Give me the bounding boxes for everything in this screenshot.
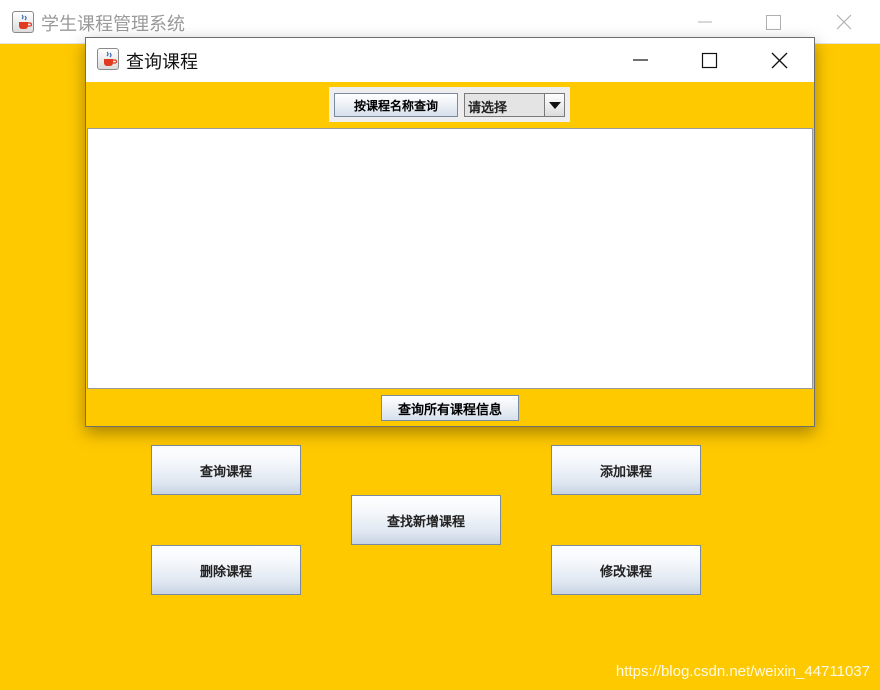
watermark-text: https://blog.csdn.net/weixin_44711037	[615, 663, 870, 680]
query-all-courses-button[interactable]: 查询所有课程信息	[381, 395, 519, 421]
dialog-minimize-icon[interactable]	[617, 45, 663, 75]
main-window-title: 学生课程管理系统	[41, 14, 185, 35]
dialog-maximize-icon[interactable]	[686, 45, 732, 75]
main-minimize-icon[interactable]	[682, 7, 728, 37]
dialog-title: 查询课程	[126, 52, 198, 73]
course-select[interactable]: 请选择	[464, 93, 565, 117]
query-course-button[interactable]: 查询课程	[151, 445, 301, 495]
java-cup-icon	[12, 11, 34, 33]
main-maximize-icon[interactable]	[750, 7, 796, 37]
query-course-dialog: 查询课程 按课程名称查询 请选择 查询所有课程信息	[85, 37, 815, 427]
dialog-titlebar: 查询课程	[86, 38, 814, 82]
add-course-button[interactable]: 添加课程	[551, 445, 701, 495]
main-close-icon[interactable]	[821, 7, 867, 37]
find-new-course-button[interactable]: 查找新增课程	[351, 495, 501, 545]
search-toolbar: 按课程名称查询 请选择	[329, 87, 570, 122]
delete-course-button[interactable]: 删除课程	[151, 545, 301, 595]
dropdown-arrow-icon[interactable]	[544, 94, 564, 116]
search-by-name-button[interactable]: 按课程名称查询	[334, 93, 458, 117]
dialog-close-icon[interactable]	[756, 45, 802, 75]
course-select-value: 请选择	[468, 101, 508, 116]
java-cup-icon	[97, 48, 119, 70]
modify-course-button[interactable]: 修改课程	[551, 545, 701, 595]
results-table-area[interactable]	[87, 128, 813, 389]
